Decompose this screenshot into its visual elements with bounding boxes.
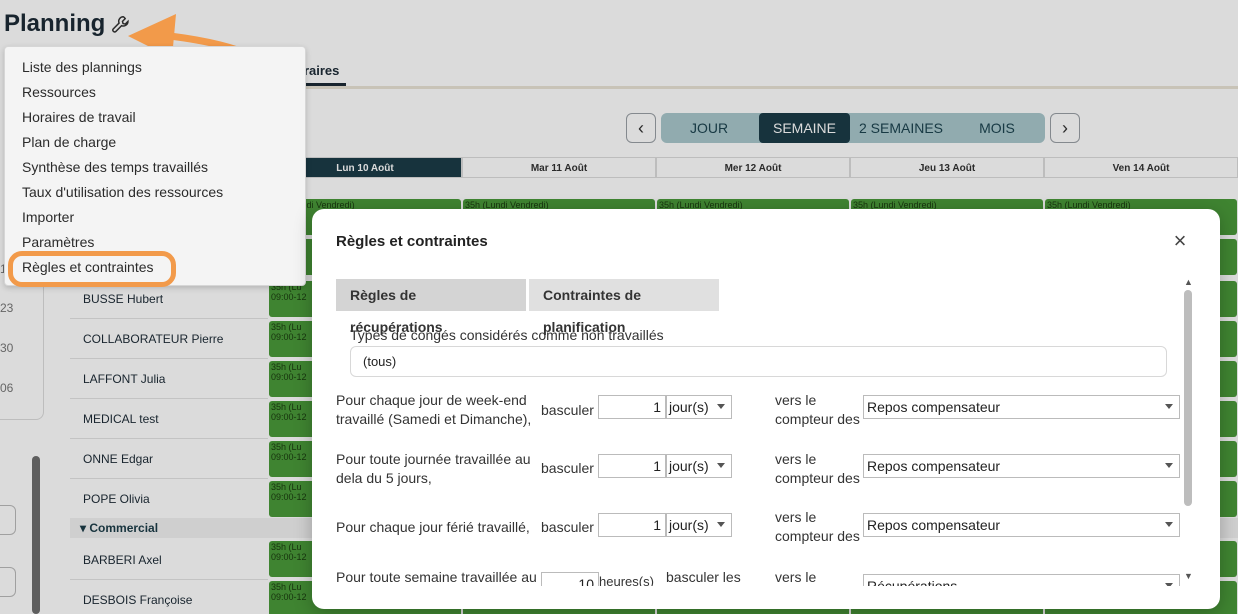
rule-value-input[interactable]: 1 (598, 513, 666, 537)
chevron-down-icon (1165, 404, 1173, 409)
chevron-down-icon (717, 463, 725, 468)
menu-item-synthese[interactable]: Synthèse des temps travaillés (22, 156, 208, 178)
menu-item-ressources[interactable]: Ressources (22, 81, 96, 103)
rule-unit: heures(s) (599, 574, 654, 586)
scroll-up-icon[interactable]: ▲ (1184, 277, 1193, 287)
rule-value-input[interactable]: 10 (541, 572, 599, 586)
rule-target-label: vers le compteur des (775, 509, 860, 544)
menu-item-importer[interactable]: Importer (22, 206, 74, 228)
rule-row-clipped: Pour toute semaine travaillée au 10 heur… (312, 564, 1182, 586)
unit-label: jour(s) (669, 517, 709, 533)
rule-value-input[interactable]: 1 (598, 454, 666, 478)
planning-menu: Liste des plannings Ressources Horaires … (4, 46, 306, 286)
rule-target-select[interactable]: Repos compensateur (863, 395, 1180, 419)
rule-text: Pour toute semaine travaillée au (336, 569, 537, 585)
dialog-scrollbar[interactable] (1184, 290, 1192, 506)
rule-text: Pour toute journée travaillée au dela du… (336, 451, 531, 486)
chevron-down-icon (1165, 583, 1173, 586)
tab-regles-recuperations[interactable]: Règles de récupérations (336, 279, 526, 335)
scroll-down-icon[interactable]: ▼ (1184, 571, 1193, 581)
target-label: Repos compensateur (867, 399, 1001, 415)
unit-label: jour(s) (669, 399, 709, 415)
rule-text: Pour chaque jour férié travaillé, (336, 519, 530, 535)
rule-target-label: vers le compteur des (775, 392, 860, 427)
rule-unit-select[interactable]: jour(s) (666, 454, 732, 478)
rule-text: Pour chaque jour de week-end travaillé (… (336, 392, 532, 427)
rule-target-label: vers le (775, 569, 817, 585)
highlight-circle (8, 251, 176, 287)
rule-action: basculer les (666, 569, 741, 585)
rules-dialog: Règles et contraintes × Règles de récupé… (312, 209, 1220, 609)
rule-target-select[interactable]: Repos compensateur (863, 454, 1180, 478)
tab-contraintes-planification[interactable]: Contraintes de planification (529, 279, 719, 335)
target-label: Repos compensateur (867, 517, 1001, 533)
chevron-down-icon (1165, 522, 1173, 527)
rule-unit-select[interactable]: jour(s) (666, 513, 732, 537)
rule-target-label: vers le compteur des (775, 451, 860, 486)
rule-action: basculer (541, 460, 594, 476)
chevron-down-icon (1165, 463, 1173, 468)
rule-action: basculer (541, 519, 594, 535)
close-icon[interactable]: × (1168, 229, 1192, 253)
rule-action: basculer (541, 402, 594, 418)
menu-item-parametres[interactable]: Paramètres (22, 231, 94, 253)
dialog-title: Règles et contraintes (336, 233, 488, 250)
rule-target-select[interactable]: Repos compensateur (863, 513, 1180, 537)
target-label: Repos compensateur (867, 458, 1001, 474)
rule-target-select[interactable]: Récupérations (863, 574, 1180, 586)
unit-label: jour(s) (669, 458, 709, 474)
target-label: Récupérations (867, 578, 958, 586)
rule-value-input[interactable]: 1 (598, 395, 666, 419)
rule-unit-select[interactable]: jour(s) (666, 395, 732, 419)
leave-types-field[interactable]: (tous) (350, 346, 1167, 377)
chevron-down-icon (717, 522, 725, 527)
menu-item-taux[interactable]: Taux d'utilisation des ressources (22, 181, 223, 203)
leave-types-label: Types de congés considérés comme non tra… (350, 327, 664, 343)
menu-item-plan-de-charge[interactable]: Plan de charge (22, 131, 116, 153)
menu-item-horaires[interactable]: Horaires de travail (22, 106, 136, 128)
chevron-down-icon (717, 404, 725, 409)
menu-item-liste-plannings[interactable]: Liste des plannings (22, 56, 142, 78)
